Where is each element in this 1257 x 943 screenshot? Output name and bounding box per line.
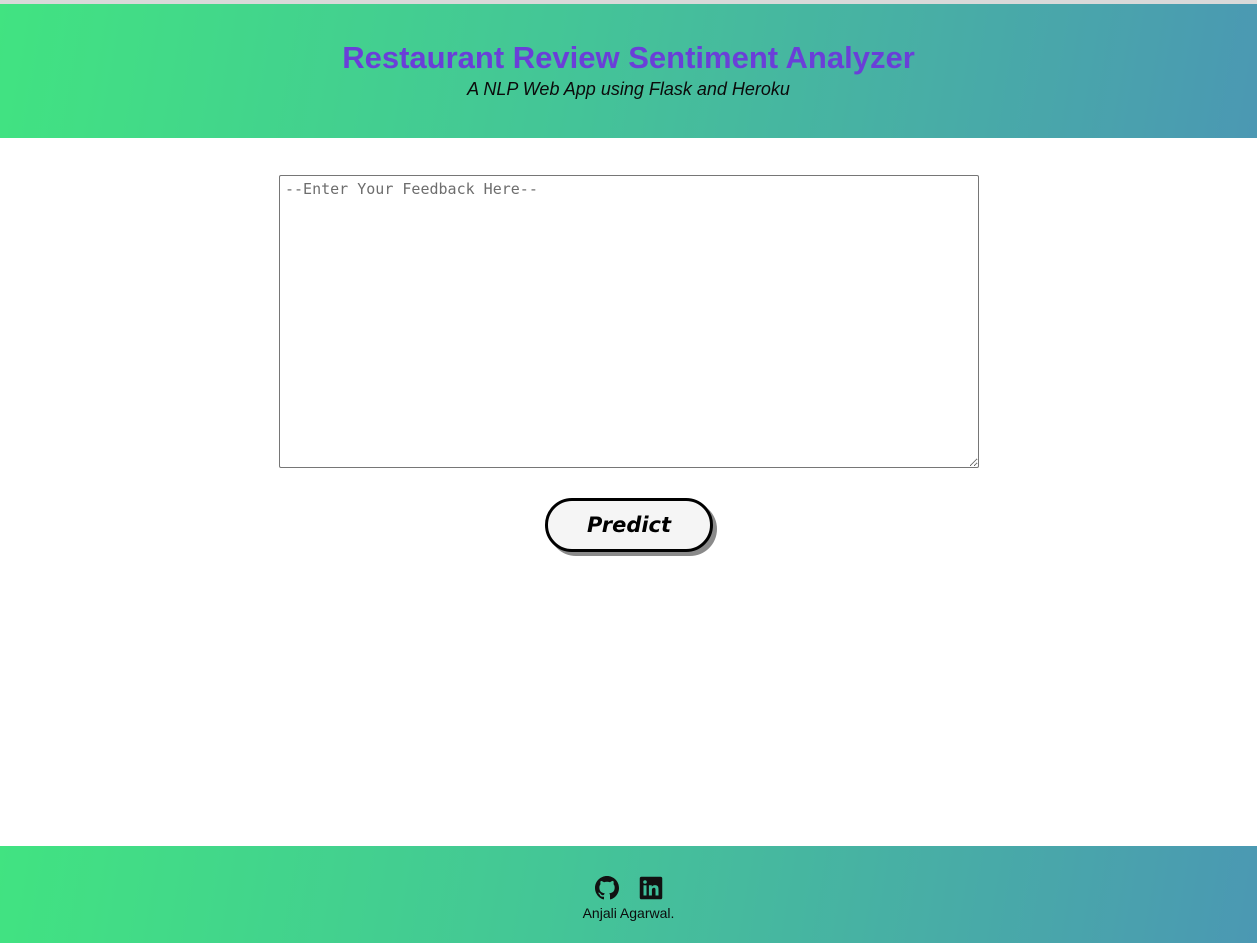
- header-banner: Restaurant Review Sentiment Analyzer A N…: [0, 4, 1257, 138]
- page-subtitle: A NLP Web App using Flask and Heroku: [467, 79, 790, 99]
- footer: Anjali Agarwal.: [0, 846, 1257, 943]
- feedback-input[interactable]: [279, 175, 979, 468]
- author-credit: Anjali Agarwal.: [582, 905, 675, 921]
- social-links: [0, 876, 1257, 900]
- linkedin-link[interactable]: [639, 876, 663, 900]
- github-link[interactable]: [594, 876, 619, 900]
- predict-button[interactable]: Predict: [545, 498, 713, 552]
- github-icon: [594, 876, 619, 900]
- page-title: Restaurant Review Sentiment Analyzer: [342, 40, 915, 75]
- linkedin-icon: [639, 876, 662, 900]
